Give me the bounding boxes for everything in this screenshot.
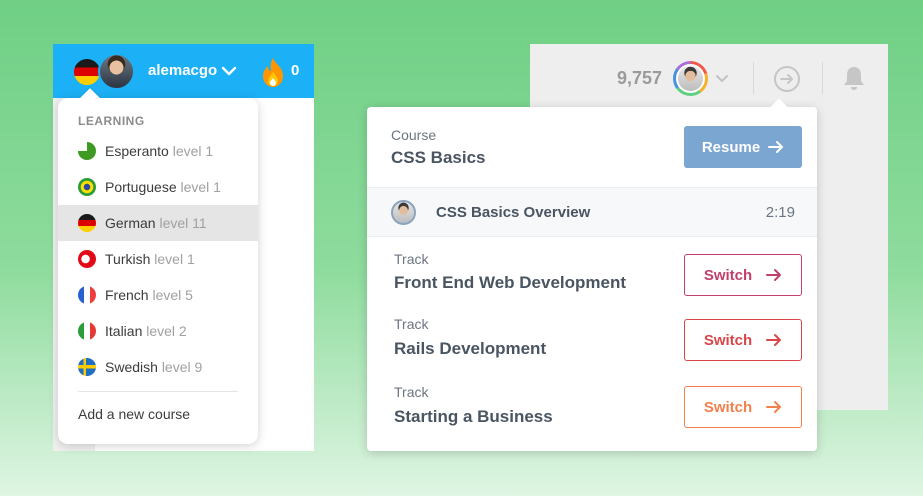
- chevron-down-icon[interactable]: [715, 73, 729, 85]
- divider: [367, 236, 817, 237]
- divider: [822, 62, 823, 94]
- list-item-german[interactable]: German level 11: [58, 205, 258, 241]
- switch-button[interactable]: Switch: [684, 319, 802, 361]
- track-title: Rails Development: [394, 339, 547, 358]
- avatar[interactable]: [673, 61, 708, 96]
- switch-label: Switch: [703, 398, 753, 416]
- teacher-avatar: [391, 200, 416, 225]
- flame-icon: [263, 58, 283, 87]
- arrow-right-icon: [766, 269, 782, 281]
- switch-label: Switch: [703, 266, 753, 284]
- switch-button[interactable]: Switch: [684, 386, 802, 428]
- overview-duration: 2:19: [765, 204, 795, 221]
- resume-label: Resume: [701, 138, 761, 156]
- brazil-flag-icon: [78, 178, 96, 196]
- language-label: Portuguese level 1: [105, 179, 221, 195]
- chevron-down-icon[interactable]: [221, 64, 237, 78]
- turkey-flag-icon: [78, 250, 96, 268]
- track-title: Front End Web Development: [394, 273, 627, 292]
- bell-icon[interactable]: [840, 64, 868, 92]
- add-course-link[interactable]: Add a new course: [78, 406, 190, 422]
- language-label: Turkish level 1: [105, 251, 195, 267]
- list-item-italian[interactable]: Italian level 2: [58, 313, 258, 349]
- france-flag-icon: [78, 286, 96, 304]
- resume-button[interactable]: Resume: [684, 126, 802, 168]
- language-label: Italian level 2: [105, 323, 187, 339]
- esperanto-flag-icon: [78, 142, 96, 160]
- language-menu: LEARNING Esperanto level 1 Portuguese le…: [58, 88, 258, 444]
- track-label: Track: [394, 316, 429, 332]
- germany-flag-icon: [78, 214, 96, 232]
- switch-button[interactable]: Switch: [684, 254, 802, 296]
- menu-title: LEARNING: [78, 114, 145, 128]
- arrow-right-icon: [766, 334, 782, 346]
- username[interactable]: alemacgo: [148, 62, 217, 79]
- overview-title: CSS Basics Overview: [436, 204, 591, 221]
- arrow-right-icon: [766, 401, 782, 413]
- streak-count: 0: [291, 62, 300, 79]
- list-item-esperanto[interactable]: Esperanto level 1: [58, 133, 258, 169]
- list-item-french[interactable]: French level 5: [58, 277, 258, 313]
- list-item-turkish[interactable]: Turkish level 1: [58, 241, 258, 277]
- course-label: Course: [391, 127, 437, 143]
- sweden-flag-icon: [78, 358, 96, 376]
- track-label: Track: [394, 251, 429, 267]
- divider: [753, 62, 754, 94]
- italy-flag-icon: [78, 322, 96, 340]
- overview-row[interactable]: CSS Basics Overview 2:19: [367, 188, 817, 236]
- arrow-right-icon: [768, 141, 784, 153]
- track-label: Track: [394, 384, 429, 400]
- divider: [78, 391, 238, 392]
- points-count: 9,757: [617, 68, 663, 88]
- language-label: Swedish level 9: [105, 359, 203, 375]
- language-label: Esperanto level 1: [105, 143, 214, 159]
- course-title[interactable]: CSS Basics: [391, 148, 486, 168]
- language-label: German level 11: [105, 215, 207, 231]
- list-item-swedish[interactable]: Swedish level 9: [58, 349, 258, 385]
- avatar[interactable]: [98, 53, 135, 90]
- track-title: Starting a Business: [394, 407, 553, 426]
- language-label: French level 5: [105, 287, 193, 303]
- switch-label: Switch: [703, 331, 753, 349]
- arrow-circle-icon[interactable]: [773, 65, 801, 93]
- list-item-portuguese[interactable]: Portuguese level 1: [58, 169, 258, 205]
- course-dropdown: Course CSS Basics Resume CSS Basics Over…: [367, 98, 817, 451]
